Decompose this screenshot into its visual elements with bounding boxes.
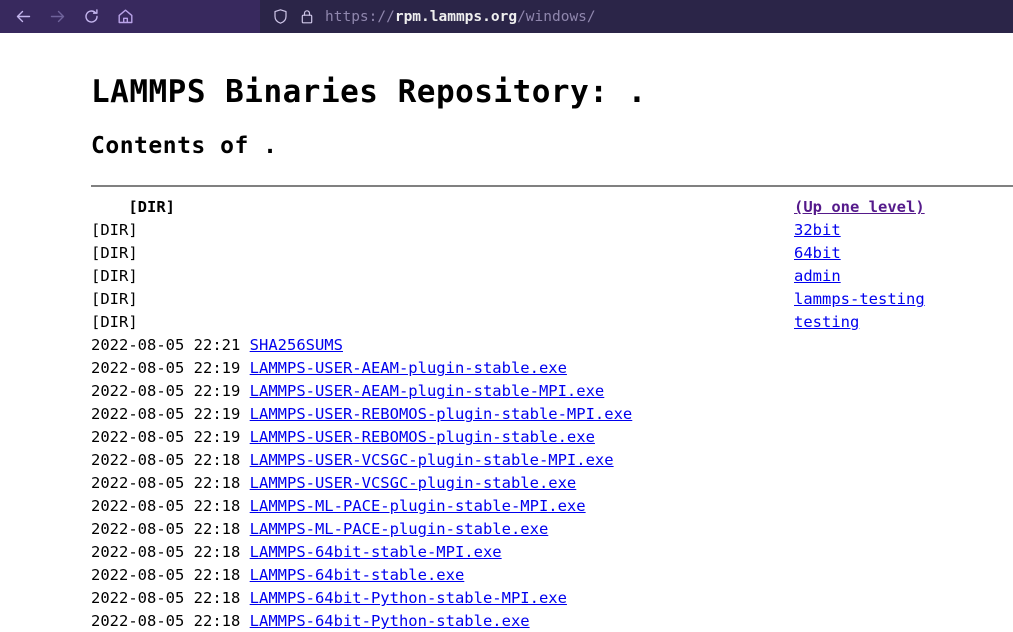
file-link[interactable]: LAMMPS-USER-AEAM-plugin-stable-MPI.exe <box>250 382 605 400</box>
reload-icon <box>84 9 98 23</box>
file-link[interactable]: LAMMPS-64bit-Python-stable.exe <box>250 612 530 630</box>
file-link[interactable]: LAMMPS-USER-VCSGC-plugin-stable-MPI.exe <box>250 451 614 469</box>
listing-row: [DIR] 32bit <box>91 219 1013 242</box>
dir-marker-column: [DIR] <box>91 288 794 311</box>
listing-row: [DIR] lammps-testing <box>91 288 1013 311</box>
listing-row: 2022-08-05 22:21 SHA256SUMS <box>91 334 1013 357</box>
dir-marker-column: [DIR] <box>91 265 794 288</box>
url-scheme: https:// <box>325 8 395 25</box>
shield-icon[interactable] <box>272 8 289 25</box>
dir-marker: [DIR] <box>91 290 138 309</box>
url-bar[interactable]: https://rpm.lammps.org/windows/ <box>260 0 1013 33</box>
file-timestamp: 2022-08-05 22:21 <box>91 336 241 355</box>
dir-marker-column: [DIR] <box>91 219 794 242</box>
directory-link[interactable]: 64bit <box>794 244 841 262</box>
listing-row: 2022-08-05 22:18 LAMMPS-USER-VCSGC-plugi… <box>91 472 1013 495</box>
file-timestamp: 2022-08-05 22:18 <box>91 497 241 516</box>
file-link[interactable]: LAMMPS-64bit-stable-MPI.exe <box>250 543 502 561</box>
url-text[interactable]: https://rpm.lammps.org/windows/ <box>325 9 596 25</box>
file-link[interactable]: LAMMPS-ML-PACE-plugin-stable-MPI.exe <box>250 497 586 515</box>
listing-row: 2022-08-05 22:19 LAMMPS-USER-AEAM-plugin… <box>91 380 1013 403</box>
dir-marker: [DIR] <box>91 221 138 240</box>
back-arrow-icon <box>16 10 30 23</box>
file-timestamp: 2022-08-05 22:18 <box>91 612 241 631</box>
file-timestamp: 2022-08-05 22:18 <box>91 566 241 585</box>
dir-marker: [DIR] <box>91 244 138 263</box>
file-timestamp: 2022-08-05 22:19 <box>91 405 241 424</box>
page-body: LAMMPS Binaries Repository: . Contents o… <box>0 33 1013 632</box>
listing-row: 2022-08-05 22:18 LAMMPS-ML-PACE-plugin-s… <box>91 518 1013 541</box>
listing-row: 2022-08-05 22:19 LAMMPS-USER-REBOMOS-plu… <box>91 403 1013 426</box>
directory-link[interactable]: admin <box>794 267 841 285</box>
listing-row: 2022-08-05 22:18 LAMMPS-ML-PACE-plugin-s… <box>91 495 1013 518</box>
lock-icon[interactable] <box>299 8 315 25</box>
listing-row: 2022-08-05 22:18 LAMMPS-64bit-stable.exe <box>91 564 1013 587</box>
listing-row: 2022-08-05 22:18 LAMMPS-64bit-stable-MPI… <box>91 541 1013 564</box>
contents-heading: Contents of . <box>91 133 278 160</box>
directory-link[interactable]: 32bit <box>794 221 841 239</box>
page-title: LAMMPS Binaries Repository: . <box>91 74 647 110</box>
horizontal-rule <box>91 185 1013 188</box>
reload-button[interactable] <box>76 3 106 31</box>
file-timestamp: 2022-08-05 22:18 <box>91 543 241 562</box>
listing-row: [DIR] 64bit <box>91 242 1013 265</box>
directory-link[interactable]: lammps-testing <box>794 290 925 308</box>
listing-row: 2022-08-05 22:19 LAMMPS-USER-AEAM-plugin… <box>91 357 1013 380</box>
home-button[interactable] <box>110 3 140 31</box>
content-container: LAMMPS Binaries Repository: . Contents o… <box>0 33 1013 632</box>
url-path: /windows/ <box>517 8 596 25</box>
file-timestamp: 2022-08-05 22:18 <box>91 520 241 539</box>
listing-row: 2022-08-05 22:18 LAMMPS-64bit-Python-sta… <box>91 610 1013 632</box>
dir-marker-column: [DIR] <box>91 196 794 219</box>
forward-arrow-icon <box>50 10 64 23</box>
file-timestamp: 2022-08-05 22:19 <box>91 428 241 447</box>
directory-listing: [DIR] (Up one level) [DIR] 32bit [DIR] 64bit[… <box>91 196 1013 632</box>
file-link[interactable]: LAMMPS-USER-VCSGC-plugin-stable.exe <box>250 474 577 492</box>
listing-row: [DIR] testing <box>91 311 1013 334</box>
forward-button[interactable] <box>42 3 72 31</box>
file-link[interactable]: SHA256SUMS <box>250 336 343 354</box>
listing-row: [DIR] admin <box>91 265 1013 288</box>
dir-marker-column: [DIR] <box>91 242 794 265</box>
file-link[interactable]: LAMMPS-USER-AEAM-plugin-stable.exe <box>250 359 567 377</box>
listing-row: 2022-08-05 22:18 LAMMPS-64bit-Python-sta… <box>91 587 1013 610</box>
dir-marker: [DIR] <box>91 198 175 217</box>
file-timestamp: 2022-08-05 22:19 <box>91 359 241 378</box>
back-button[interactable] <box>8 3 38 31</box>
listing-row: 2022-08-05 22:18 LAMMPS-USER-VCSGC-plugi… <box>91 449 1013 472</box>
file-timestamp: 2022-08-05 22:18 <box>91 474 241 493</box>
file-timestamp: 2022-08-05 22:18 <box>91 451 241 470</box>
dir-marker: [DIR] <box>91 267 138 286</box>
file-link[interactable]: LAMMPS-ML-PACE-plugin-stable.exe <box>250 520 549 538</box>
dir-marker: [DIR] <box>91 313 138 332</box>
url-host: rpm.lammps.org <box>394 8 518 25</box>
file-link[interactable]: LAMMPS-USER-REBOMOS-plugin-stable.exe <box>250 428 595 446</box>
browser-toolbar: https://rpm.lammps.org/windows/ <box>0 0 1013 33</box>
directory-link[interactable]: testing <box>794 313 859 331</box>
file-link[interactable]: LAMMPS-64bit-Python-stable-MPI.exe <box>250 589 567 607</box>
dir-marker-column: [DIR] <box>91 311 794 334</box>
file-timestamp: 2022-08-05 22:19 <box>91 382 241 401</box>
file-timestamp: 2022-08-05 22:18 <box>91 589 241 608</box>
file-link[interactable]: LAMMPS-64bit-stable.exe <box>250 566 465 584</box>
listing-row: [DIR] (Up one level) <box>91 196 1013 219</box>
listing-row: 2022-08-05 22:19 LAMMPS-USER-REBOMOS-plu… <box>91 426 1013 449</box>
file-link[interactable]: LAMMPS-USER-REBOMOS-plugin-stable-MPI.ex… <box>250 405 633 423</box>
directory-link[interactable]: (Up one level) <box>794 198 925 216</box>
home-icon <box>118 9 132 24</box>
navigation-buttons <box>0 0 140 33</box>
